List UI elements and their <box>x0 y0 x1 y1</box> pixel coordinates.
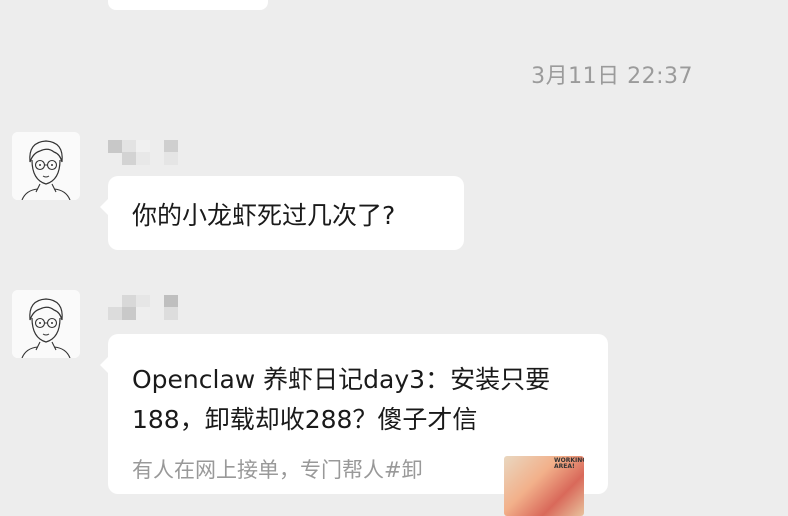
bubble-tail <box>100 198 109 216</box>
thumbnail-caption: WORKING AREA! <box>554 457 584 470</box>
message-timestamp: 3月11日 22:37 <box>531 64 693 89</box>
avatar-icon <box>12 132 80 200</box>
sender-avatar[interactable] <box>12 132 80 200</box>
article-card-title: Openclaw 养虾日记day3：安装只要188，卸载却收288？傻子才信 <box>132 365 551 434</box>
message-text: 你的小龙虾死过几次了? <box>132 201 396 230</box>
article-card-description: 有人在网上接单，专门帮人#卸 <box>132 458 423 482</box>
sender-name-blurred <box>108 140 180 168</box>
bubble-tail <box>100 356 109 374</box>
message-bubble[interactable]: 你的小龙虾死过几次了? <box>100 176 464 250</box>
avatar-icon <box>12 290 80 358</box>
sender-name-blurred <box>108 295 180 323</box>
previous-message-bubble[interactable] <box>108 0 268 10</box>
article-card-bubble[interactable]: Openclaw 养虾日记day3：安装只要188，卸载却收288？傻子才信 有… <box>100 334 608 516</box>
article-card-thumbnail: WORKING AREA! <box>504 456 584 516</box>
sender-avatar[interactable] <box>12 290 80 358</box>
